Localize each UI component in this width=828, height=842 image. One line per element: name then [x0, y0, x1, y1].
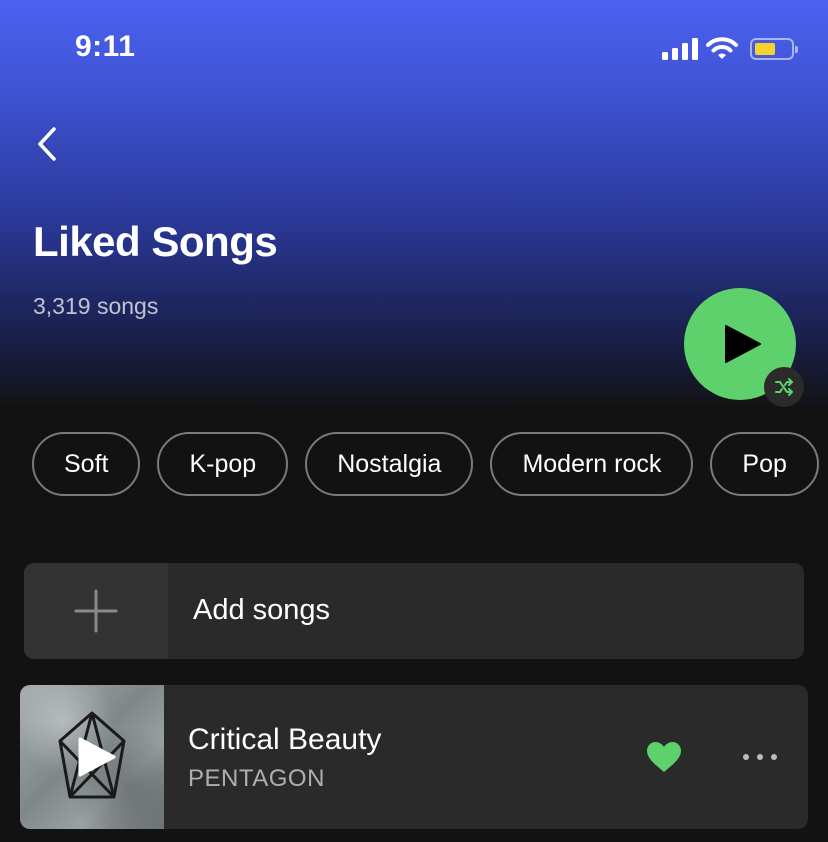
- like-button[interactable]: [646, 741, 682, 773]
- filter-chip-nostalgia[interactable]: Nostalgia: [305, 432, 474, 496]
- battery-icon: [750, 38, 798, 60]
- filter-chip-modern-rock[interactable]: Modern rock: [490, 432, 694, 496]
- plus-icon: [74, 589, 118, 633]
- shuffle-icon: [775, 378, 793, 396]
- page-title: Liked Songs: [33, 218, 278, 265]
- status-icons: [662, 34, 798, 64]
- track-artist: PENTAGON: [188, 765, 325, 792]
- status-time: 9:11: [75, 30, 136, 63]
- track-title: Critical Beauty: [188, 723, 382, 756]
- heart-icon: [647, 742, 681, 772]
- cellular-signal-icon: [662, 38, 698, 60]
- more-horizontal-icon: [743, 754, 777, 760]
- filter-chips: Soft K-pop Nostalgia Modern rock Pop: [32, 432, 819, 496]
- shuffle-button[interactable]: [764, 367, 804, 407]
- play-icon: [725, 325, 761, 363]
- filter-chip-soft[interactable]: Soft: [32, 432, 141, 496]
- battery-level: [755, 43, 775, 55]
- back-button[interactable]: [30, 122, 66, 166]
- album-cover: [20, 685, 164, 829]
- add-songs-tile: [24, 563, 168, 659]
- chevron-left-icon: [38, 127, 56, 161]
- song-count: 3,319 songs: [33, 293, 159, 319]
- add-songs-label: Add songs: [193, 594, 331, 626]
- more-options-button[interactable]: [738, 745, 782, 769]
- filter-chip-pop[interactable]: Pop: [710, 432, 819, 496]
- liked-songs-screen: 9:11 Liked Songs 3,319 songs Soft K-pop …: [0, 0, 828, 842]
- track-row[interactable]: Critical Beauty PENTAGON: [20, 685, 808, 829]
- add-songs-button[interactable]: Add songs: [24, 563, 804, 659]
- filter-chip-k-pop[interactable]: K-pop: [157, 432, 289, 496]
- wifi-icon: [706, 37, 738, 59]
